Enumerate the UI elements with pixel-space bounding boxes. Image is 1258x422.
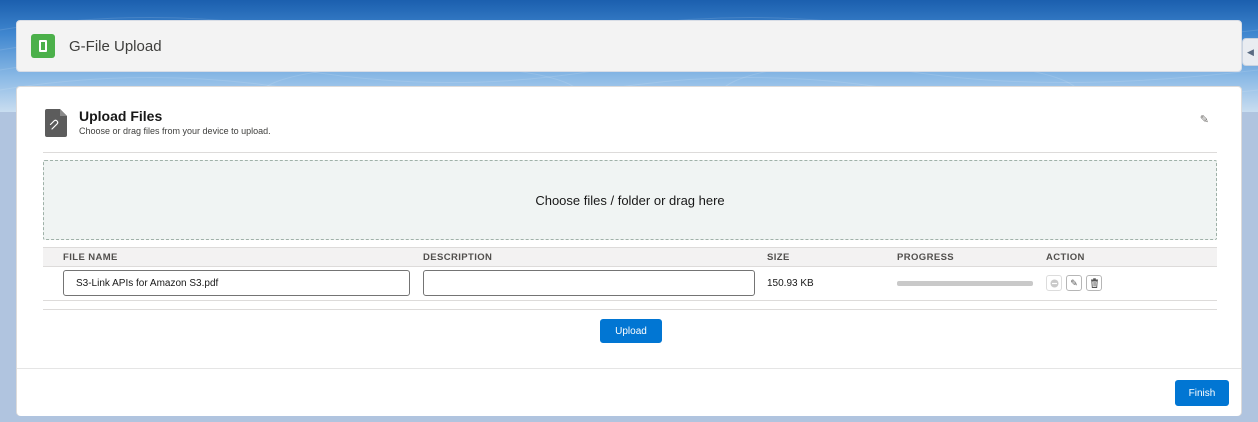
card-header-text: Upload Files Choose or drag files from y… bbox=[79, 107, 271, 136]
side-panel-toggle[interactable]: ◀ bbox=[1242, 38, 1258, 66]
table-row: 150.93 KB ✎ bbox=[43, 267, 1217, 301]
card-header: Upload Files Choose or drag files from y… bbox=[45, 107, 271, 137]
edit-icon: ✎ bbox=[1070, 277, 1078, 288]
table-bottom-divider bbox=[43, 309, 1217, 310]
description-input[interactable] bbox=[423, 270, 755, 296]
file-size: 150.93 KB bbox=[767, 278, 814, 289]
file-dropzone[interactable]: Choose files / folder or drag here bbox=[43, 160, 1217, 240]
card-title: Upload Files bbox=[79, 108, 163, 124]
card-footer: Finish bbox=[17, 368, 1241, 416]
chevron-left-icon: ◀ bbox=[1247, 46, 1254, 57]
upload-card: Upload Files Choose or drag files from y… bbox=[16, 86, 1242, 416]
upload-progress-bar bbox=[897, 281, 1033, 286]
column-description: DESCRIPTION bbox=[423, 252, 493, 263]
delete-file-button[interactable] bbox=[1086, 275, 1102, 291]
edit-file-button[interactable]: ✎ bbox=[1066, 275, 1082, 291]
card-subtitle: Choose or drag files from your device to… bbox=[79, 126, 271, 136]
cancel-icon bbox=[1050, 279, 1058, 287]
attachment-file-icon bbox=[45, 109, 67, 137]
upload-button[interactable]: Upload bbox=[600, 319, 662, 343]
delete-icon bbox=[1090, 278, 1098, 288]
column-size: SIZE bbox=[767, 252, 790, 263]
cancel-upload-button[interactable] bbox=[1046, 275, 1062, 291]
dropzone-label: Choose files / folder or drag here bbox=[535, 192, 725, 208]
pencil-icon[interactable]: ✎ bbox=[1200, 113, 1209, 126]
app-title: G-File Upload bbox=[69, 37, 162, 55]
column-progress: PROGRESS bbox=[897, 252, 955, 263]
column-action: ACTION bbox=[1046, 252, 1085, 263]
column-file-name: FILE NAME bbox=[63, 252, 118, 263]
mobile-device-icon bbox=[31, 34, 55, 58]
file-table-header: FILE NAME DESCRIPTION SIZE PROGRESS ACTI… bbox=[43, 247, 1217, 267]
app-header: G-File Upload bbox=[16, 20, 1242, 72]
upload-progress-fill bbox=[897, 281, 1033, 286]
finish-button[interactable]: Finish bbox=[1175, 380, 1229, 406]
header-divider bbox=[43, 152, 1217, 153]
file-name-input[interactable] bbox=[63, 270, 410, 296]
